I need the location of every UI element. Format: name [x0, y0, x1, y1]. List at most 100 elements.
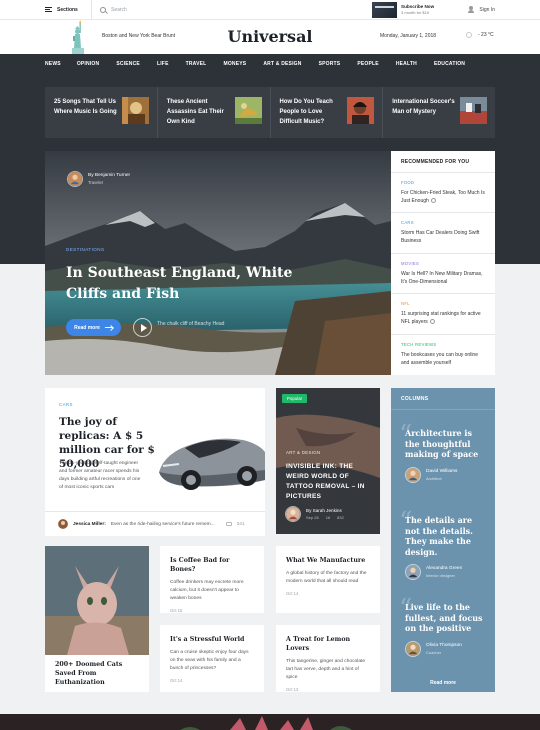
author-avatar [285, 506, 301, 522]
article-category: CARS [59, 402, 73, 407]
article-card[interactable]: Is Coffee Bad for Bones? Coffee drinkers… [160, 546, 264, 613]
read-more-button[interactable]: Read more [66, 319, 121, 336]
recommended-item[interactable]: TECH REVIEWS The bookcases you can buy o… [391, 335, 495, 375]
nav-item-education[interactable]: EDUCATION [434, 61, 465, 67]
column-item[interactable]: Live life to the fullest, and focus on t… [405, 602, 489, 657]
search-icon [100, 6, 106, 13]
commenter-name[interactable]: Jessica Miller: [73, 522, 106, 527]
chevron-circle-icon [429, 319, 435, 325]
hero-title[interactable]: In Southeast England, White Cliffs and F… [66, 263, 306, 305]
recommended-item[interactable]: MOVIES War Is Hell? In New Military Dram… [391, 254, 495, 295]
columnist-avatar [405, 564, 421, 580]
trending-item[interactable]: How Do You Teach People to Love Difficul… [271, 87, 384, 138]
nav-item-sports[interactable]: SPORTS [319, 61, 341, 67]
columnist-role: Architect [426, 475, 442, 481]
recommended-title: War Is Hell? In New Military Dramas, It'… [401, 270, 483, 285]
nav-item-people[interactable]: PEOPLE [357, 61, 378, 67]
nav-item-art-design[interactable]: ART & DESIGN [263, 61, 301, 67]
nav-item-life[interactable]: LIFE [157, 61, 169, 67]
author-name: By Benjamin Turner [88, 173, 131, 178]
comment-preview: Even as the ride-hailing service's futur… [110, 521, 215, 527]
sphynx-cat-image [45, 546, 149, 655]
recommended-title: Storm Has Car Dealers Doing Swift Busine… [401, 230, 480, 245]
recommended-title: For Chicken-Fried Steak, Too Much Is Jus… [401, 190, 485, 204]
recommended-panel: RECOMMENDED FOR YOU FOOD For Chicken-Fri… [391, 151, 495, 375]
tattoo-article-card[interactable]: Popular ART & DESIGN INVISIBLE INK: THE … [276, 388, 380, 534]
article-title: A Treat for Lemon Lovers [286, 636, 351, 652]
search-placeholder: Search [111, 6, 127, 13]
site-logo[interactable]: Universal [0, 27, 540, 46]
recommended-category: CARS [401, 220, 414, 226]
article-card[interactable]: What We Manufacture A global history of … [276, 546, 380, 613]
article-title: What We Manufacture [286, 557, 366, 564]
current-date: Monday, January 1, 2018 [380, 33, 437, 39]
nav-item-science[interactable]: SCIENCE [116, 61, 140, 67]
trending-title: International Soccer's Man of Mystery [392, 99, 455, 115]
article-date: Oct 14 [170, 678, 183, 683]
hero-author[interactable]: By Benjamin Turner Traveler [67, 171, 130, 187]
masthead: Boston and New York Bear Brunt Universal… [0, 20, 540, 54]
column-item[interactable]: Architecture is the thoughtful making of… [405, 428, 489, 483]
columnist-name: David Williams [426, 468, 458, 474]
nav-item-travel[interactable]: TRAVEL [186, 61, 207, 67]
like-count: 832 [337, 515, 344, 520]
article-title: It's a Stressful World [170, 636, 245, 643]
trending-title: How Do You Teach People to Love Difficul… [279, 99, 333, 125]
recommended-item[interactable]: NFL 11 surprising stat rankings for acti… [391, 294, 495, 335]
sign-in-button[interactable]: Sign In [468, 6, 495, 13]
flower-image [0, 714, 540, 730]
article-description: This tangerine, ginger and chocolate tar… [286, 659, 366, 680]
article-description: Coffee drinkers may excrete more calcium… [170, 580, 244, 601]
article-title: 200+ Doomed Cats Saved From Euthanizatio… [55, 661, 123, 686]
article-title: INVISIBLE INK: THE WEIRD WORLD OF TATTOO… [286, 463, 365, 500]
nav-item-opinion[interactable]: OPINION [77, 61, 100, 67]
columns-heading: COLUMNS [391, 388, 495, 410]
hero-category[interactable]: DESTINATIONS [66, 247, 104, 252]
article-description: The 31-year-old self-taught engineer and… [59, 461, 141, 490]
article-comment-footer: Jessica Miller: Even as the ride-hailing… [45, 511, 265, 536]
article-author: By Sarah Jenkins Sep 26 16 832 [285, 506, 344, 522]
popular-badge: Popular [282, 394, 308, 403]
author-avatar [67, 171, 83, 187]
columnist-role: Interior designer [426, 573, 455, 578]
column-item[interactable]: The details are not the details. They ma… [405, 515, 489, 580]
comment-count: 341 [236, 521, 245, 527]
cat-article-card[interactable]: 200+ Doomed Cats Saved From Euthanizatio… [45, 546, 149, 692]
hero-caption: The chalk cliff of Beachy Head [157, 321, 225, 327]
columnist-avatar [405, 640, 421, 657]
columnist-name: Alexandra Green [426, 566, 463, 571]
article-card[interactable]: It's a Stressful World Can a cruise skep… [160, 625, 264, 692]
recommended-item[interactable]: FOOD For Chicken-Fried Steak, Too Much I… [391, 173, 495, 214]
columns-read-more-link[interactable]: Read more [391, 680, 495, 686]
cars-article-card[interactable]: CARS The joy of replicas: A $ 5 million … [45, 388, 265, 536]
trending-thumbnail [347, 97, 375, 124]
recommended-category: FOOD [401, 180, 415, 185]
nav-item-moneys[interactable]: MONEYS [223, 61, 246, 67]
weather-widget: - 23 °C [466, 32, 494, 38]
recommended-title: The bookcases you can buy online and ass… [401, 351, 478, 366]
sections-menu-button[interactable]: Sections [0, 0, 92, 20]
trending-item[interactable]: 25 Songs That Tell Us Where Music Is Goi… [45, 87, 158, 138]
article-description: A global history of the factory and the … [286, 571, 367, 584]
recommended-heading: RECOMMENDED FOR YOU [391, 151, 495, 173]
author-role: Traveler [88, 180, 104, 185]
flower-banner-image [0, 714, 540, 730]
user-icon [468, 6, 475, 13]
trending-item[interactable]: These Ancient Assassins Eat Their Own Ki… [158, 87, 271, 138]
trending-thumbnail [234, 97, 262, 124]
recommended-item[interactable]: CARS Storm Has Car Dealers Doing Swift B… [391, 213, 495, 254]
nav-item-news[interactable]: NEWS [45, 61, 61, 67]
search-input[interactable]: Search [92, 6, 372, 13]
trending-title: These Ancient Assassins Eat Their Own Ki… [166, 99, 224, 125]
article-card[interactable]: A Treat for Lemon Lovers This tangerine,… [276, 625, 380, 692]
play-video-button[interactable] [133, 318, 152, 337]
sign-in-label: Sign In [479, 6, 495, 13]
sections-label: Sections [57, 6, 78, 13]
nav-item-health[interactable]: HEALTH [396, 61, 417, 67]
trending-thumbnail [460, 97, 487, 124]
main-navigation: NEWS OPINION SCIENCE LIFE TRAVEL MONEYS … [0, 54, 540, 74]
trending-item[interactable]: International Soccer's Man of Mystery [383, 87, 495, 138]
sports-car-image [159, 438, 265, 490]
subscribe-thumbnail [372, 1, 397, 18]
subscribe-link[interactable]: Subscribe Now 3 month for $19 [372, 1, 434, 18]
